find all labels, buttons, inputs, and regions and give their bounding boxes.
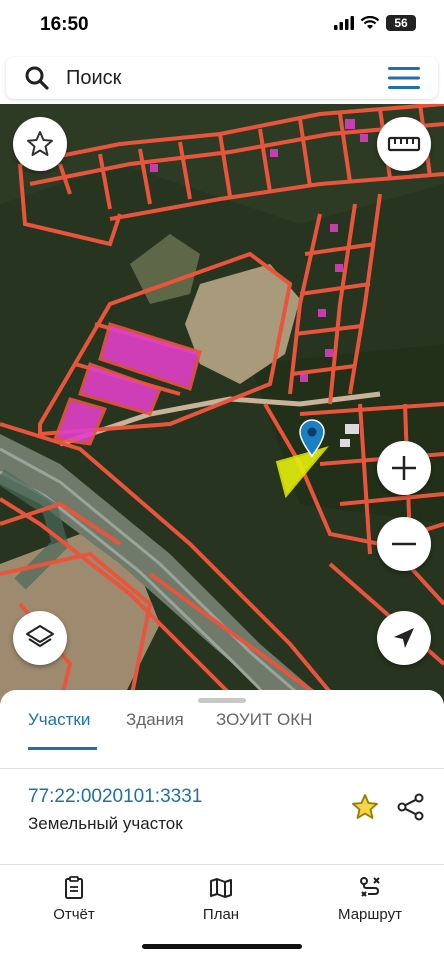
- zoom-in-button[interactable]: [377, 441, 431, 495]
- search-bar: [6, 57, 438, 99]
- tabs-divider: [0, 768, 444, 769]
- map-icon: [210, 878, 232, 898]
- nav-route-label: Маршрут: [338, 906, 402, 923]
- tab-buildings[interactable]: Здания: [126, 710, 184, 750]
- favorite-map-button[interactable]: [13, 117, 67, 171]
- navigation-arrow-icon: [394, 628, 414, 648]
- tab-zouit-okn[interactable]: ЗОУИТ ОКН: [216, 710, 312, 750]
- layers-icon: [26, 625, 54, 647]
- map-canvas[interactable]: [0, 104, 444, 704]
- map-view[interactable]: [0, 104, 444, 704]
- zoom-out-button[interactable]: [377, 517, 431, 571]
- my-location-button[interactable]: [377, 611, 431, 665]
- search-input[interactable]: [66, 66, 366, 90]
- route-icon: [360, 877, 380, 897]
- zoom-out-icon: [392, 542, 416, 546]
- parcel-type: Земельный участок: [28, 814, 183, 833]
- favorite-star-icon[interactable]: [350, 792, 380, 822]
- share-icon[interactable]: [396, 792, 426, 822]
- home-indicator: [142, 944, 302, 949]
- nav-plan-label: План: [202, 906, 240, 923]
- nav-plan[interactable]: План: [171, 876, 271, 928]
- tab-bar: Участки Здания ЗОУИТ ОКН: [0, 710, 444, 769]
- status-icons: 56: [334, 15, 416, 31]
- bottom-navigation: Отчёт План Маршрут: [0, 866, 444, 960]
- report-icon: [65, 876, 83, 899]
- zoom-in-icon: [392, 456, 416, 480]
- status-time: 16:50: [40, 14, 89, 35]
- nav-route[interactable]: Маршрут: [320, 876, 420, 928]
- ruler-button[interactable]: [377, 117, 431, 171]
- star-icon: [27, 131, 53, 156]
- parcel-cadastral-number[interactable]: 77:22:0020101:3331: [28, 786, 202, 808]
- signal-icon: [334, 16, 354, 30]
- nav-report-label: Отчёт: [53, 906, 95, 923]
- sheet-divider: [0, 864, 444, 865]
- battery-indicator: 56: [386, 15, 416, 31]
- status-bar: 16:50 56: [0, 0, 444, 50]
- nav-report[interactable]: Отчёт: [24, 876, 124, 928]
- sheet-grabber[interactable]: [198, 698, 246, 703]
- tab-plots[interactable]: Участки: [28, 710, 90, 750]
- ruler-icon: [387, 136, 421, 152]
- active-tab-indicator: [28, 747, 97, 750]
- wifi-icon: [360, 16, 380, 29]
- search-icon[interactable]: [24, 65, 50, 91]
- layers-button[interactable]: [13, 611, 67, 665]
- menu-icon[interactable]: [388, 67, 420, 89]
- bottom-sheet: Участки Здания ЗОУИТ ОКН 77:22:0020101:3…: [0, 690, 444, 866]
